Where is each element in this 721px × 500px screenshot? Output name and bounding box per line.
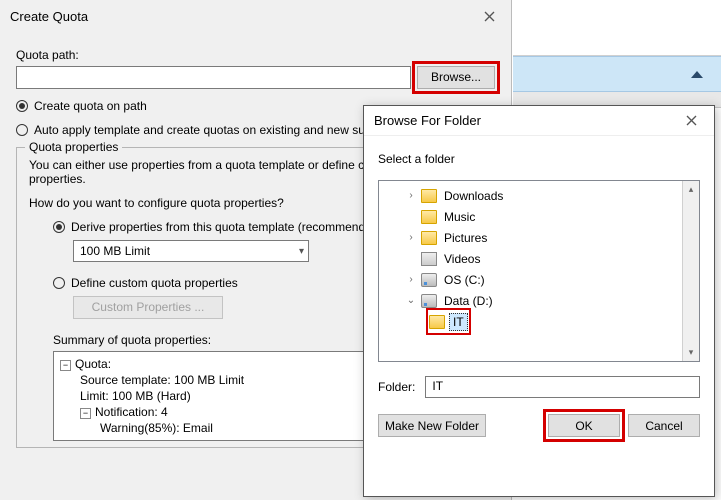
- ok-button[interactable]: OK: [548, 414, 620, 437]
- tree-label: Downloads: [441, 188, 506, 204]
- browse-titlebar: Browse For Folder: [364, 106, 714, 136]
- radio-icon: [16, 100, 28, 112]
- tree-label: Videos: [441, 251, 483, 267]
- browse-instruction: Select a folder: [378, 152, 700, 166]
- radio-create-on-path-label: Create quota on path: [34, 99, 147, 113]
- tree-item-videos[interactable]: Videos: [379, 248, 682, 269]
- radio-icon: [53, 221, 65, 233]
- chevron-down-icon: ⌄: [405, 295, 417, 306]
- folder-tree[interactable]: › Downloads Music › Pictures V: [378, 180, 700, 362]
- folder-icon: [421, 231, 437, 245]
- scroll-down-icon[interactable]: ▾: [683, 344, 699, 361]
- tree-collapse-icon[interactable]: −: [80, 408, 91, 419]
- drive-icon: [421, 273, 437, 287]
- radio-icon: [53, 277, 65, 289]
- cancel-button[interactable]: Cancel: [628, 414, 700, 437]
- folder-icon: [421, 189, 437, 203]
- browse-close-button[interactable]: [678, 108, 704, 134]
- template-select-value: 100 MB Limit: [80, 244, 150, 258]
- tree-label-selected: IT: [449, 313, 468, 331]
- tree-item-downloads[interactable]: › Downloads: [379, 185, 682, 206]
- right-top-gap: [513, 0, 721, 56]
- tree-label: Data (D:): [441, 293, 496, 309]
- close-icon: [686, 115, 697, 126]
- folder-field-input[interactable]: IT: [425, 376, 700, 398]
- chevron-right-icon: ›: [405, 232, 417, 243]
- tree-item-it[interactable]: IT: [429, 311, 468, 332]
- collapse-up-icon: [691, 71, 703, 78]
- folder-field-label: Folder:: [378, 380, 415, 394]
- quota-path-label: Quota path:: [16, 48, 495, 62]
- tree-item-music[interactable]: Music: [379, 206, 682, 227]
- drive-icon: [421, 294, 437, 308]
- radio-icon: [16, 124, 28, 136]
- close-icon: [484, 11, 495, 22]
- browse-button[interactable]: Browse...: [417, 66, 495, 89]
- custom-properties-button: Custom Properties ...: [73, 296, 223, 319]
- scroll-track[interactable]: [683, 198, 699, 344]
- scroll-up-icon[interactable]: ▴: [683, 181, 699, 198]
- chevron-right-icon: ›: [405, 274, 417, 285]
- tree-item-data-d[interactable]: ⌄ Data (D:): [379, 290, 682, 311]
- tree-label: Music: [441, 209, 478, 225]
- right-blue-bar[interactable]: [513, 56, 721, 92]
- tree-collapse-icon[interactable]: −: [60, 360, 71, 371]
- quota-properties-group-title: Quota properties: [25, 140, 122, 154]
- chevron-down-icon: ▾: [299, 246, 304, 257]
- template-select[interactable]: 100 MB Limit ▾: [73, 240, 309, 262]
- create-quota-titlebar: Create Quota: [0, 0, 511, 32]
- folder-tree-scrollbar[interactable]: ▴ ▾: [682, 181, 699, 361]
- browse-for-folder-dialog: Browse For Folder Select a folder › Down…: [363, 105, 715, 497]
- folder-icon: [429, 315, 445, 329]
- quota-path-input[interactable]: [16, 66, 411, 89]
- radio-auto-apply-label: Auto apply template and create quotas on…: [34, 123, 408, 137]
- tree-item-os-c[interactable]: › OS (C:): [379, 269, 682, 290]
- folder-icon: [421, 210, 437, 224]
- chevron-right-icon: ›: [405, 190, 417, 201]
- make-new-folder-button[interactable]: Make New Folder: [378, 414, 486, 437]
- summary-line-notif: Notification: 4: [95, 405, 168, 419]
- tree-label: Pictures: [441, 230, 490, 246]
- summary-root: Quota:: [75, 357, 111, 371]
- browse-title: Browse For Folder: [374, 113, 678, 128]
- videos-icon: [421, 252, 437, 266]
- tree-label: OS (C:): [441, 272, 488, 288]
- radio-define-custom-label: Define custom quota properties: [71, 276, 238, 290]
- tree-item-pictures[interactable]: › Pictures: [379, 227, 682, 248]
- create-quota-close-button[interactable]: [477, 4, 501, 28]
- radio-derive-label: Derive properties from this quota templa…: [71, 220, 386, 234]
- create-quota-title: Create Quota: [10, 9, 477, 24]
